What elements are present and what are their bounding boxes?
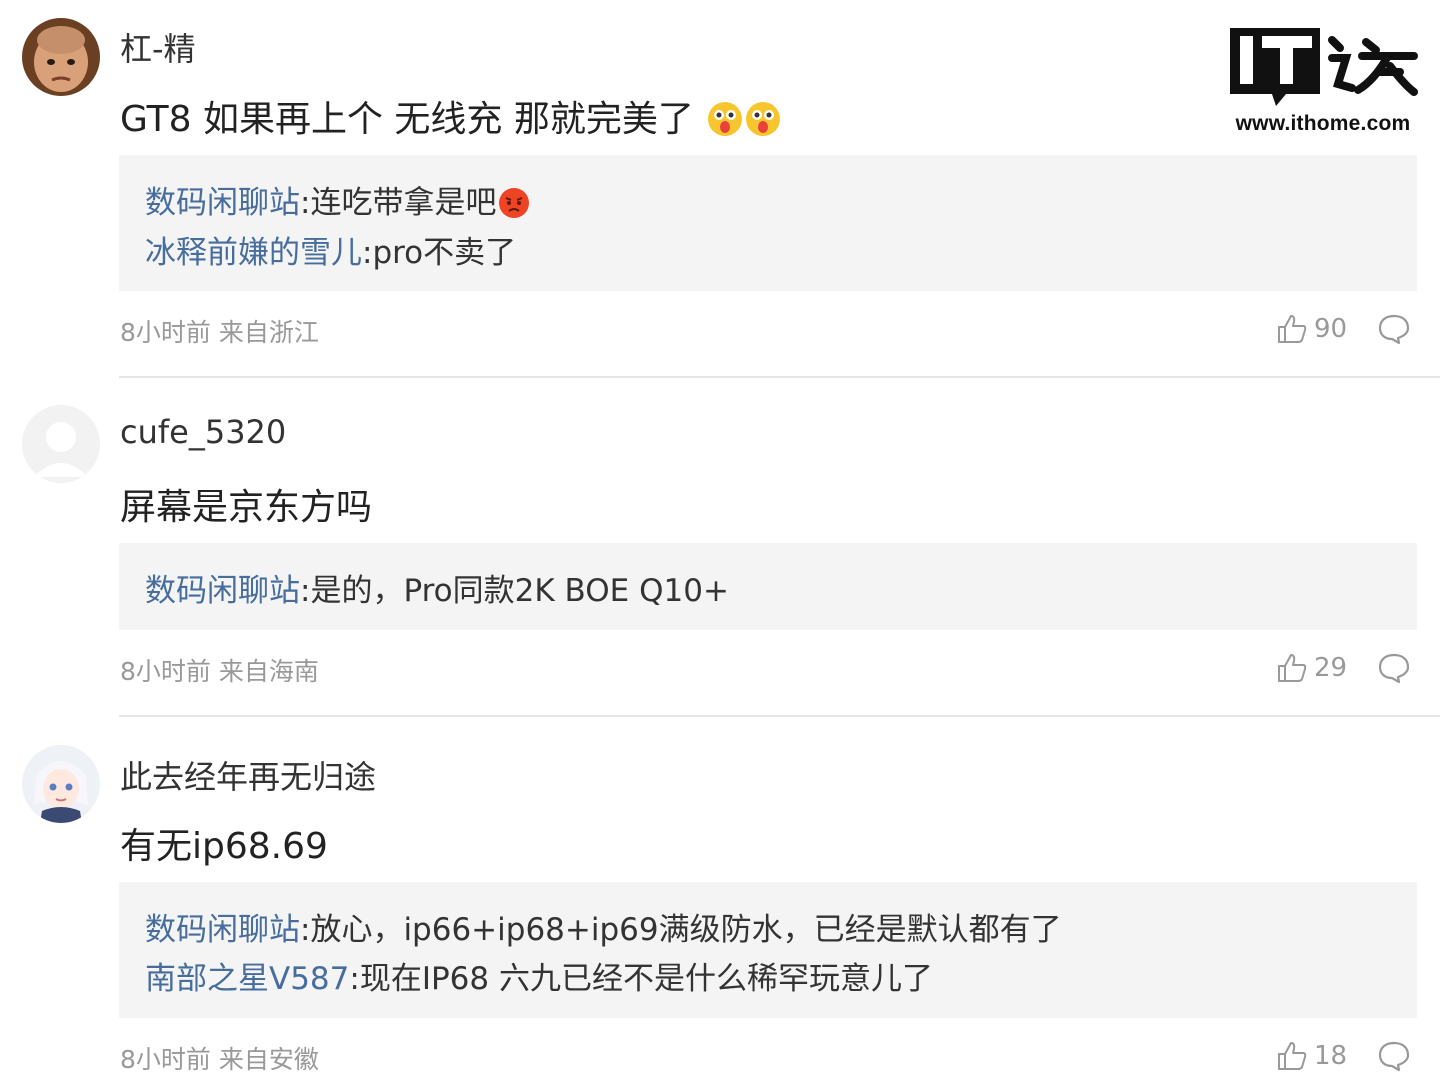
- reply-author[interactable]: 南部之星V587: [145, 961, 349, 997]
- reply-item: 冰释前嫌的雪儿:pro不卖了: [145, 227, 516, 272]
- like-count: 90: [1314, 314, 1348, 344]
- reply-item: 数码闲聊站:是的，Pro同款2K BOE Q10+: [145, 565, 729, 610]
- thumbs-up-icon: [1278, 1042, 1307, 1070]
- reply-box: 数码闲聊站:连吃带拿是吧 冰释前嫌的雪儿:pro不卖了: [119, 155, 1417, 291]
- reply-author[interactable]: 冰释前嫌的雪儿: [145, 235, 362, 271]
- username[interactable]: 杠-精: [120, 24, 196, 70]
- reply-text: :是的，Pro同款2K BOE Q10+: [300, 573, 729, 609]
- reply-bubble-icon[interactable]: [1377, 1039, 1411, 1073]
- comment-meta: 8小时前 来自浙江: [120, 313, 319, 349]
- reply-text: :现在IP68 六九已经不是什么稀罕玩意儿了: [349, 961, 933, 997]
- comment-content: GT8 如果再上个 无线充 那就完美了: [120, 90, 781, 146]
- ithome-logo-mark: [1230, 28, 1418, 106]
- thumbs-up-icon: [1278, 315, 1307, 343]
- reply-author[interactable]: 数码闲聊站: [145, 573, 300, 609]
- comment-time: 8小时前: [120, 318, 211, 347]
- like-count: 29: [1314, 653, 1348, 683]
- comment-text: 屏幕是京东方吗: [120, 487, 373, 528]
- reply-item: 南部之星V587:现在IP68 六九已经不是什么稀罕玩意儿了: [145, 953, 933, 998]
- reply-box: 数码闲聊站:是的，Pro同款2K BOE Q10+: [119, 543, 1417, 630]
- reply-box: 数码闲聊站:放心，ip66+ip68+ip69满级防水，已经是默认都有了 南部之…: [119, 882, 1417, 1018]
- logo-url[interactable]: www.ithome.com: [1228, 112, 1418, 136]
- comment-location: 来自海南: [218, 657, 319, 686]
- like-button[interactable]: 18: [1276, 1039, 1347, 1073]
- comment-location: 来自浙江: [218, 318, 319, 347]
- like-button[interactable]: 90: [1276, 312, 1347, 346]
- thumbs-up-icon: [1278, 654, 1307, 682]
- comment-content: 屏幕是京东方吗: [120, 478, 372, 530]
- comment-location: 来自安徽: [218, 1045, 319, 1074]
- comment-text: 有无ip68.69: [120, 826, 328, 867]
- like-count: 18: [1314, 1041, 1348, 1071]
- reply-text: :pro不卖了: [362, 235, 517, 271]
- username[interactable]: cufe_5320: [120, 413, 286, 451]
- tongue-out-face-icon: [745, 101, 781, 146]
- comment-content: 有无ip68.69: [120, 817, 328, 869]
- angry-face-icon: [498, 187, 530, 227]
- comment-text: GT8 如果再上个 无线充 那就完美了: [120, 99, 694, 140]
- ithome-logo: www.ithome.com: [1228, 26, 1418, 138]
- tongue-out-face-icon: [707, 101, 743, 146]
- comment-divider: [119, 376, 1440, 378]
- comment-time: 8小时前: [120, 657, 211, 686]
- username[interactable]: 此去经年再无归途: [120, 752, 376, 798]
- comment-meta: 8小时前 来自安徽: [120, 1040, 319, 1076]
- reply-bubble-icon[interactable]: [1377, 312, 1411, 346]
- reply-author[interactable]: 数码闲聊站: [145, 912, 300, 948]
- comment-time: 8小时前: [120, 1045, 211, 1074]
- comment-meta: 8小时前 来自海南: [120, 652, 319, 688]
- reply-item: 数码闲聊站:放心，ip66+ip68+ip69满级防水，已经是默认都有了: [145, 904, 1062, 949]
- reply-bubble-icon[interactable]: [1377, 651, 1411, 685]
- reply-text: :连吃带拿是吧: [300, 185, 497, 221]
- reply-text: :放心，ip66+ip68+ip69满级防水，已经是默认都有了: [300, 912, 1062, 948]
- comment-divider: [119, 715, 1440, 717]
- avatar[interactable]: [22, 745, 100, 823]
- reply-item: 数码闲聊站:连吃带拿是吧: [145, 177, 530, 227]
- like-button[interactable]: 29: [1276, 651, 1347, 685]
- reply-author[interactable]: 数码闲聊站: [145, 185, 300, 221]
- avatar[interactable]: [22, 405, 100, 483]
- avatar[interactable]: [22, 18, 100, 96]
